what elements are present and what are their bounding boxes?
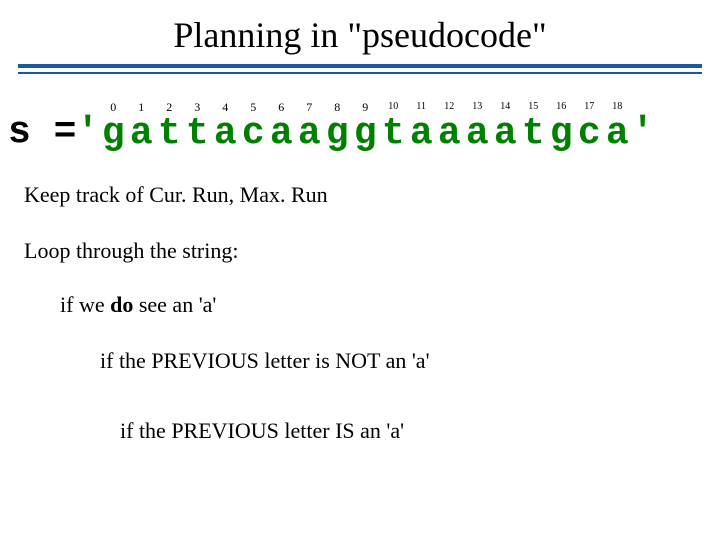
char-cell: 2t <box>155 100 183 154</box>
char-letter: a <box>270 114 293 154</box>
char-letter: a <box>410 114 433 154</box>
text-prev-is-a: if the PREVIOUS letter IS an 'a' <box>0 418 720 444</box>
char-cell: 3t <box>183 100 211 154</box>
char-cell: 0g <box>99 100 127 154</box>
char-letter: a <box>438 114 461 154</box>
code-block: s = ' 0g1a2t3t4a5c6a7a8g9g10t11a12a13a14… <box>0 100 720 154</box>
text-if-do-see: if we do see an 'a' <box>0 292 720 318</box>
char-cell: 1a <box>127 100 155 154</box>
text-loop: Loop through the string: <box>0 238 720 264</box>
open-quote: ' <box>76 111 99 154</box>
char-letter: t <box>186 114 209 154</box>
char-letter: a <box>130 114 153 154</box>
char-cell: 13a <box>463 100 491 154</box>
text-prev-not-a: if the PREVIOUS letter is NOT an 'a' <box>0 348 720 374</box>
char-letter: g <box>102 114 125 154</box>
char-cell: 8g <box>323 100 351 154</box>
close-quote: ' <box>631 111 654 154</box>
char-cell: 5c <box>239 100 267 154</box>
char-letter: t <box>522 114 545 154</box>
char-letter: t <box>158 114 181 154</box>
char-letter: g <box>326 114 349 154</box>
char-letter: c <box>578 114 601 154</box>
char-letter: t <box>382 114 405 154</box>
char-letter: g <box>354 114 377 154</box>
code-chars: 0g1a2t3t4a5c6a7a8g9g10t11a12a13a14a15t16… <box>99 100 631 154</box>
char-cell: 12a <box>435 100 463 154</box>
page-title: Planning in "pseudocode" <box>0 0 720 64</box>
text-keep-track: Keep track of Cur. Run, Max. Run <box>0 182 720 208</box>
char-letter: g <box>550 114 573 154</box>
char-cell: 16g <box>547 100 575 154</box>
char-letter: a <box>494 114 517 154</box>
char-letter: a <box>606 114 629 154</box>
char-letter: a <box>298 114 321 154</box>
char-cell: 7a <box>295 100 323 154</box>
char-cell: 18a <box>603 100 631 154</box>
char-letter: a <box>214 114 237 154</box>
char-cell: 10t <box>379 100 407 154</box>
char-cell: 9g <box>351 100 379 154</box>
char-cell: 14a <box>491 100 519 154</box>
title-rule <box>18 64 702 74</box>
char-letter: a <box>466 114 489 154</box>
char-cell: 11a <box>407 100 435 154</box>
char-cell: 15t <box>519 100 547 154</box>
char-cell: 6a <box>267 100 295 154</box>
code-lhs: s = <box>8 111 76 154</box>
char-letter: c <box>242 114 265 154</box>
char-cell: 4a <box>211 100 239 154</box>
char-cell: 17c <box>575 100 603 154</box>
